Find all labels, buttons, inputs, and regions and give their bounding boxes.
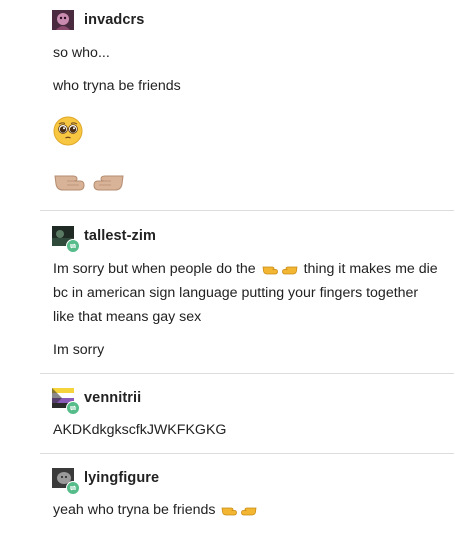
post-text-segment: Im sorry but when people do the	[53, 261, 256, 277]
post-text-line: who tryna be friends	[53, 78, 181, 94]
post-divider	[40, 373, 454, 374]
reblog-icon	[66, 401, 80, 415]
post-text-segment: yeah who tryna be friends	[53, 502, 216, 518]
post-header-vennitrii: vennitrii	[52, 388, 141, 415]
post-text-line-with-emoji: Im sorry but when people do the thing it…	[53, 259, 438, 283]
reblog-icon	[66, 481, 80, 495]
pointing-fingers-emoji	[221, 502, 257, 524]
pointing-fingers-emoji	[53, 166, 125, 199]
post-text-line: like that means gay sex	[53, 309, 202, 325]
right-pointing-hand-icon	[54, 175, 85, 191]
post-text-line: AKDKdkgkscfkJWKFKGKG	[53, 422, 227, 438]
reblog-icon	[66, 239, 80, 253]
post-text-line: so who...	[53, 45, 110, 61]
left-pointing-hand-icon	[93, 175, 124, 191]
username[interactable]: vennitrii	[84, 390, 141, 406]
post-divider	[40, 210, 454, 211]
post-header-tallest-zim: tallest-zim	[52, 226, 156, 253]
post-header-invadcrs: invadcrs	[52, 10, 144, 30]
pleading-face-emoji	[53, 116, 83, 151]
post-text-segment: thing it makes me die	[303, 261, 438, 277]
avatar-tallest-zim[interactable]	[52, 226, 80, 253]
post-text-line-with-emoji: yeah who tryna be friends	[53, 500, 259, 524]
dark-pink-avatar-icon	[52, 10, 74, 30]
avatar-lyingfigure[interactable]	[52, 468, 80, 495]
username[interactable]: tallest-zim	[84, 228, 156, 244]
post-text-line: Im sorry	[53, 342, 105, 358]
post-divider	[40, 453, 454, 454]
post-text-line: bc in american sign language putting you…	[53, 285, 419, 301]
post-header-lyingfigure: lyingfigure	[52, 468, 159, 495]
avatar-vennitrii[interactable]	[52, 388, 80, 415]
username[interactable]: invadcrs	[84, 12, 144, 28]
avatar-invadcrs[interactable]	[52, 10, 74, 30]
username[interactable]: lyingfigure	[84, 470, 159, 486]
pointing-fingers-emoji	[262, 261, 298, 283]
